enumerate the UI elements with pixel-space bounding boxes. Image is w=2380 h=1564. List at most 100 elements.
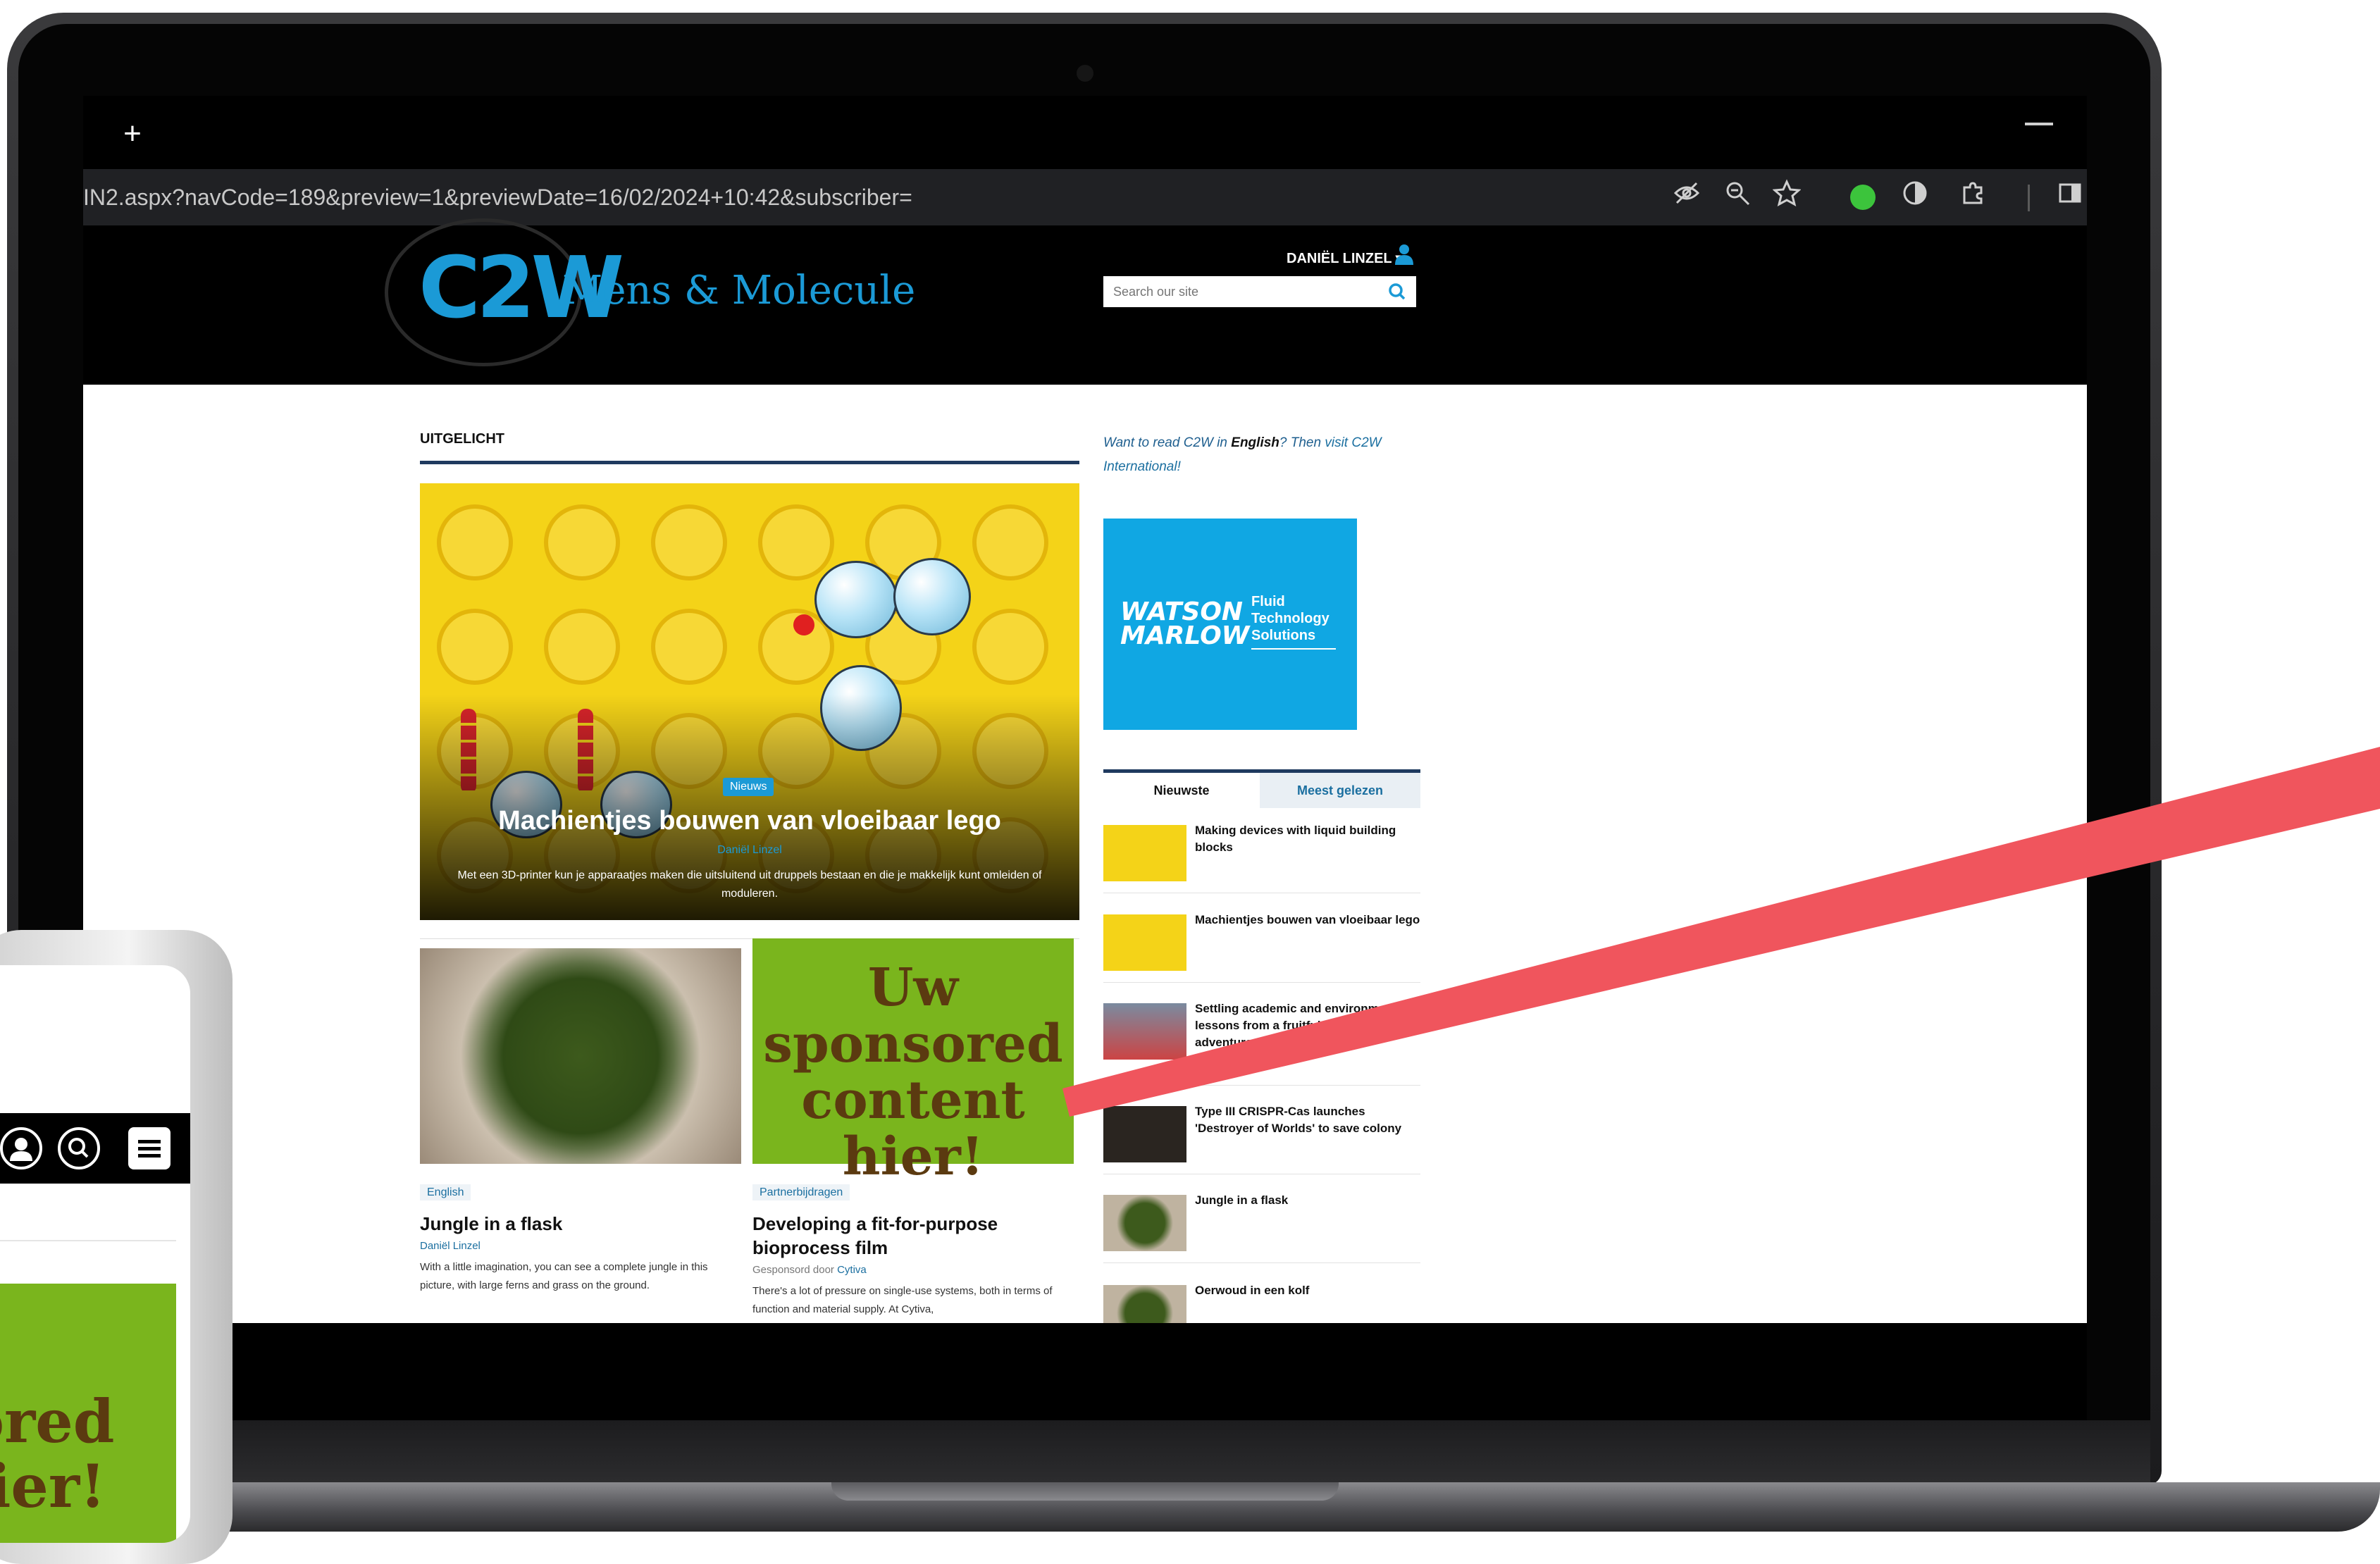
hero-description: Met een 3D-printer kun je apparaatjes ma… xyxy=(457,869,1042,900)
ad-tagline-2: Technology xyxy=(1251,611,1330,626)
search-box xyxy=(1103,276,1416,307)
hero-author[interactable]: Daniël Linzel xyxy=(420,844,1079,857)
phone-sponsored-image[interactable]: oredier! xyxy=(0,1284,176,1543)
news-list-item[interactable]: Making devices with liquid building bloc… xyxy=(1103,815,1420,893)
news-list-item[interactable]: Jungle in a flask xyxy=(1103,1185,1420,1263)
ad-brand: WATSON MARLOW xyxy=(1120,600,1251,652)
tab-meest-gelezen[interactable]: Meest gelezen xyxy=(1260,773,1420,808)
ad-tagline-3: Solutions xyxy=(1251,628,1316,643)
toolbar-divider xyxy=(2028,185,2030,211)
phone-sponsored-line1: ored xyxy=(0,1386,115,1456)
hero-article[interactable]: Nieuws Machientjes bouwen van vloeibaar … xyxy=(420,483,1079,920)
card-author: Gesponsord door Cytiva xyxy=(752,1264,867,1276)
ad-underline xyxy=(1251,648,1336,650)
extension-green-icon[interactable] xyxy=(1850,185,1876,210)
card-title[interactable]: Developing a fit-for-purpose bioprocess … xyxy=(752,1212,1074,1260)
promo-bold: English xyxy=(1231,435,1279,450)
sponsor-link[interactable]: Cytiva xyxy=(837,1264,867,1276)
browser-address-bar: IN2.aspx?navCode=189&preview=1&previewDa… xyxy=(83,169,2087,225)
user-menu[interactable]: DANIËL LINZEL ▾ xyxy=(1287,249,1403,267)
tab-nieuwste[interactable]: Nieuwste xyxy=(1103,773,1260,808)
news-list-item[interactable]: Machientjes bouwen van vloeibaar lego xyxy=(1103,905,1420,983)
news-thumbnail xyxy=(1103,1106,1186,1162)
watson-marlow-ad[interactable]: WATSON MARLOW Fluid Technology Solutions xyxy=(1103,519,1357,730)
laptop-base-notch xyxy=(831,1482,1339,1501)
news-thumbnail xyxy=(1103,1195,1186,1251)
puzzle-icon[interactable] xyxy=(1954,179,1991,216)
section-title: UITGELICHT xyxy=(420,431,504,447)
card-tag-label[interactable]: English xyxy=(420,1184,471,1200)
news-thumbnail xyxy=(1103,825,1186,881)
sidepanel-icon[interactable] xyxy=(2052,179,2087,216)
user-name[interactable]: DANIËL LINZEL xyxy=(1287,251,1392,266)
new-tab-button[interactable]: + xyxy=(111,113,154,155)
lego-stud-icon xyxy=(972,609,1048,685)
user-icon[interactable] xyxy=(1395,244,1413,265)
ad-tagline-1: Fluid xyxy=(1251,594,1285,609)
url-text[interactable]: IN2.aspx?navCode=189&preview=1&previewDa… xyxy=(83,183,912,211)
news-title[interactable]: Machientjes bouwen van vloeibaar lego xyxy=(1195,912,1420,929)
card-tag[interactable]: Partnerbijdragen xyxy=(752,1184,850,1200)
screen-bottom xyxy=(83,1323,2087,1420)
news-title[interactable]: Oerwoud in een kolf xyxy=(1195,1282,1420,1299)
hero-title[interactable]: Machientjes bouwen van vloeibaar lego xyxy=(420,806,1079,836)
section-rule xyxy=(420,461,1079,464)
news-title[interactable]: Jungle in a flask xyxy=(1195,1192,1420,1209)
browser-tab-bar: + xyxy=(83,96,2087,169)
lego-stud-icon xyxy=(758,504,834,581)
search-button[interactable] xyxy=(1378,276,1416,307)
news-thumbnail xyxy=(1103,1003,1186,1060)
phone-site-header xyxy=(0,1113,190,1184)
menu-icon[interactable] xyxy=(128,1127,171,1169)
user-icon[interactable] xyxy=(0,1127,42,1169)
hero-badge[interactable]: Nieuws xyxy=(723,778,774,796)
ad-tagline: Fluid Technology Solutions xyxy=(1251,593,1330,644)
ad-brand-line1: WATSON xyxy=(1120,597,1244,626)
red-bead-icon xyxy=(793,614,814,635)
site-logo-subtitle[interactable]: Mens & Molecule xyxy=(562,268,915,314)
sponsored-by-label: Gesponsord door xyxy=(752,1264,834,1276)
lego-stud-icon xyxy=(972,504,1048,581)
promo-text-mid: ? Then xyxy=(1279,435,1325,450)
phone-sponsored-text: oredier! xyxy=(0,1386,115,1521)
laptop-camera xyxy=(1077,65,1093,82)
ad-brand-line2: MARLOW xyxy=(1120,621,1250,650)
eye-off-icon[interactable] xyxy=(1668,179,1705,216)
sponsored-image[interactable]: Uw sponsored content hier! xyxy=(752,938,1074,1185)
news-title[interactable]: Making devices with liquid building bloc… xyxy=(1195,822,1420,856)
card-title[interactable]: Jungle in a flask xyxy=(420,1212,741,1236)
minimize-icon[interactable] xyxy=(2025,123,2053,125)
news-title[interactable]: Type III CRISPR-Cas launches 'Destroyer … xyxy=(1195,1103,1420,1137)
news-title[interactable]: Settling academic and environment: lesso… xyxy=(1195,1000,1420,1051)
lego-stud-icon xyxy=(544,504,620,581)
news-list-item[interactable]: Type III CRISPR-Cas launches 'Destroyer … xyxy=(1103,1096,1420,1174)
sponsored-image-text: Uw sponsored content hier! xyxy=(763,957,1063,1187)
page-content: UITGELICHT Nieuws Machientjes bouwen van… xyxy=(83,385,2087,1353)
phone-screen: oredier! xyxy=(0,965,190,1543)
search-icon[interactable] xyxy=(58,1127,100,1169)
phone-sponsored-line2: ier! xyxy=(0,1451,106,1521)
search-input[interactable] xyxy=(1103,276,1395,307)
extension-circle-icon[interactable] xyxy=(1897,179,1933,216)
news-thumbnail xyxy=(1103,914,1186,971)
laptop-hinge xyxy=(83,1420,2150,1482)
card-description: There's a lot of pressure on single-use … xyxy=(752,1285,1053,1315)
star-icon[interactable] xyxy=(1768,179,1805,216)
lego-stud-icon xyxy=(651,609,727,685)
card-tag[interactable]: English xyxy=(420,1184,471,1200)
card-tag-label[interactable]: Partnerbijdragen xyxy=(752,1184,850,1200)
promo-text: Want to read C2W in English? Then visit … xyxy=(1103,431,1420,479)
bubble-happy-icon xyxy=(893,558,971,635)
card-image-jungle[interactable] xyxy=(420,948,741,1164)
promo-text-start: Want to read C2W in xyxy=(1103,435,1232,450)
bubble-angry-icon xyxy=(814,561,898,638)
lego-stud-icon xyxy=(437,504,513,581)
card-author[interactable]: Daniël Linzel xyxy=(420,1240,481,1252)
lego-stud-icon xyxy=(651,504,727,581)
lego-stud-icon xyxy=(544,609,620,685)
phone-divider xyxy=(0,1240,176,1241)
news-list-item[interactable]: Settling academic and environment: lesso… xyxy=(1103,993,1420,1086)
zoom-icon[interactable] xyxy=(1719,179,1756,216)
lego-stud-icon xyxy=(437,609,513,685)
card-description: With a little imagination, you can see a… xyxy=(420,1261,708,1291)
